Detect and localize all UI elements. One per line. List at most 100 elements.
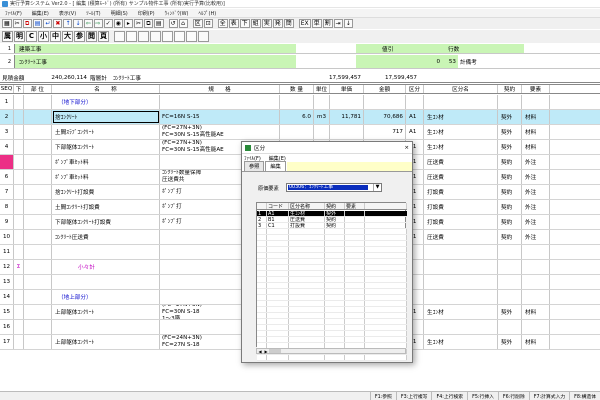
row-contract[interactable]: 契約 bbox=[498, 185, 522, 199]
row-elem[interactable]: 外注 bbox=[522, 200, 550, 214]
function-key[interactable]: F8:構造体 bbox=[569, 392, 600, 400]
row-position[interactable] bbox=[24, 275, 52, 289]
row-contract[interactable] bbox=[498, 245, 522, 259]
level-button[interactable]: 属 bbox=[2, 31, 13, 42]
row-qty[interactable] bbox=[280, 125, 314, 139]
row-price[interactable] bbox=[330, 125, 364, 139]
row-name[interactable]: 小々計 bbox=[52, 260, 160, 274]
row-clsname[interactable] bbox=[424, 260, 498, 274]
level-button[interactable]: 中 bbox=[50, 31, 61, 42]
cost-element-select[interactable]: 00306：ｺﾝｸﾘｰﾄ工事 ▼ bbox=[286, 183, 382, 192]
classification-column-header[interactable]: コード bbox=[267, 203, 289, 209]
classification-column-header[interactable]: 区分名称 bbox=[289, 203, 325, 209]
menu-item[interactable]: 明細(S) bbox=[106, 10, 133, 17]
function-key[interactable]: F6:行削除 bbox=[497, 392, 529, 400]
row-clsname[interactable] bbox=[424, 290, 498, 304]
close-icon[interactable]: × bbox=[404, 143, 409, 153]
dialog-tab[interactable]: 編集 bbox=[265, 161, 286, 171]
toolbar-button[interactable]: ✂ bbox=[12, 19, 22, 28]
row-amount[interactable]: 70,686 bbox=[364, 110, 406, 124]
classification-column-header[interactable] bbox=[365, 203, 407, 209]
toolbar-button[interactable]: 発 bbox=[272, 19, 283, 28]
row-qty[interactable]: 6.0 bbox=[280, 110, 314, 124]
row-price[interactable] bbox=[330, 95, 364, 109]
row-elem[interactable] bbox=[522, 275, 550, 289]
toolbar-button[interactable]: ↵ bbox=[43, 19, 53, 28]
row-position[interactable] bbox=[24, 200, 52, 214]
row-spec[interactable]: (FC=27N+3N) FC=30N S-15高性能AE bbox=[160, 125, 280, 139]
level-button[interactable]: 小 bbox=[38, 31, 49, 42]
header-section-name[interactable]: ｺﾝｸﾘｰﾄ工事 bbox=[14, 55, 296, 68]
function-key[interactable]: F1:参照 bbox=[369, 392, 396, 400]
toolbar-button[interactable]: 区 bbox=[192, 19, 203, 28]
row-position[interactable] bbox=[24, 305, 52, 319]
row-elem[interactable]: 外注 bbox=[522, 230, 550, 244]
row-clsname[interactable] bbox=[424, 275, 498, 289]
row-position[interactable] bbox=[24, 95, 52, 109]
row-elem[interactable] bbox=[522, 290, 550, 304]
row-position[interactable] bbox=[24, 320, 52, 334]
row-position[interactable] bbox=[24, 245, 52, 259]
toolbar-button[interactable]: 表 bbox=[228, 19, 239, 28]
classification-column-header[interactable]: 要素 bbox=[345, 203, 365, 209]
row-cls[interactable]: A1 bbox=[406, 125, 424, 139]
row-contract[interactable]: 契約 bbox=[498, 155, 522, 169]
toolbar-button[interactable]: ⌂ bbox=[178, 19, 188, 28]
level-button[interactable]: C bbox=[26, 31, 37, 42]
level-button[interactable]: 明 bbox=[14, 31, 25, 42]
row-elem[interactable] bbox=[522, 320, 550, 334]
toolbar-button[interactable]: 下 bbox=[239, 19, 250, 28]
column-header[interactable]: 単位 bbox=[314, 85, 330, 93]
row-name[interactable]: ﾎﾟﾝﾌﾟ車ｾｯﾄ料 bbox=[52, 155, 160, 169]
column-header[interactable]: 規 格 bbox=[160, 85, 280, 93]
column-header[interactable]: 要素 bbox=[522, 85, 550, 93]
row-name[interactable]: 下部躯体ｺﾝｸﾘｰﾄ bbox=[52, 140, 160, 154]
row-elem[interactable]: 外注 bbox=[522, 185, 550, 199]
table-row[interactable]: 3 土間ｽﾗﾌﾞｺﾝｸﾘｰﾄ (FC=27N+3N) FC=30N S-15高性能AE… bbox=[0, 125, 600, 140]
toolbar-button[interactable]: 実 bbox=[261, 19, 272, 28]
toolbar-button[interactable]: 組 bbox=[250, 19, 261, 28]
toolbar-button[interactable]: ▤ bbox=[32, 19, 43, 28]
column-header[interactable]: 区分名 bbox=[424, 85, 498, 93]
menu-item[interactable]: ｳｨﾝﾄﾞｳ(W) bbox=[160, 10, 194, 17]
chevron-down-icon[interactable]: ▼ bbox=[373, 184, 381, 191]
level-button[interactable] bbox=[186, 31, 197, 42]
level-button[interactable]: 参 bbox=[74, 31, 85, 42]
horizontal-scrollbar[interactable]: ◀ ▶ bbox=[256, 348, 406, 354]
function-key[interactable]: F7:計算式入力 bbox=[528, 392, 569, 400]
menu-item[interactable]: 表示(V) bbox=[54, 10, 81, 17]
row-contract[interactable]: 契外 bbox=[498, 335, 522, 349]
row-position[interactable] bbox=[24, 125, 52, 139]
toolbar-button[interactable]: ▤ bbox=[153, 19, 164, 28]
row-unit[interactable] bbox=[314, 95, 330, 109]
row-elem[interactable]: 材料 bbox=[522, 335, 550, 349]
row-clsname[interactable]: 生ｺﾝ材 bbox=[424, 335, 498, 349]
toolbar-button[interactable]: ⇨ bbox=[93, 19, 103, 28]
row-spec[interactable]: FC=16N S-15 bbox=[160, 110, 280, 124]
column-header[interactable]: 契約 bbox=[498, 85, 522, 93]
row-name[interactable]: 下部躯体ｺﾝｸﾘｰﾄ打設費 bbox=[52, 215, 160, 229]
toolbar-button[interactable]: ⧉ bbox=[143, 19, 153, 28]
row-contract[interactable]: 契外 bbox=[498, 140, 522, 154]
row-unit[interactable] bbox=[314, 125, 330, 139]
row-elem[interactable]: 外注 bbox=[522, 155, 550, 169]
row-clsname[interactable]: 打設費 bbox=[424, 200, 498, 214]
row-unit[interactable]: m3 bbox=[314, 110, 330, 124]
row-contract[interactable] bbox=[498, 320, 522, 334]
row-elem[interactable] bbox=[522, 245, 550, 259]
level-button[interactable]: 頁 bbox=[98, 31, 109, 42]
row-clsname[interactable]: 生ｺﾝ材 bbox=[424, 125, 498, 139]
row-position[interactable] bbox=[24, 140, 52, 154]
header-work-name[interactable]: 建築工事 bbox=[14, 44, 296, 53]
row-contract[interactable]: 契約 bbox=[498, 170, 522, 184]
table-row[interactable]: 1 （地下部分） bbox=[0, 95, 600, 110]
row-elem[interactable] bbox=[522, 95, 550, 109]
row-name[interactable]: 上部躯体ｺﾝｸﾘｰﾄ bbox=[52, 335, 160, 349]
toolbar-button[interactable]: ↓ bbox=[73, 19, 83, 28]
row-contract[interactable] bbox=[498, 275, 522, 289]
menu-item[interactable]: 印刷(P) bbox=[133, 10, 160, 17]
scroll-thumb[interactable] bbox=[269, 349, 281, 353]
toolbar-button[interactable]: ⧉ bbox=[22, 19, 32, 28]
row-clsname[interactable] bbox=[424, 245, 498, 259]
row-position[interactable] bbox=[24, 185, 52, 199]
